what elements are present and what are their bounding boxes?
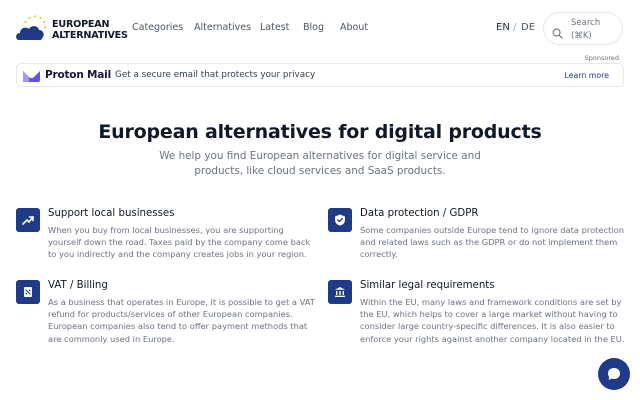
sponsored-banner[interactable]: Proton Mail Get a secure email that prot… [16, 63, 624, 87]
feature-title: VAT / Billing [48, 280, 108, 291]
lang-de-link[interactable]: DE [521, 22, 535, 33]
page-title: European alternatives for digital produc… [98, 121, 542, 143]
nav-categories[interactable]: Categories [132, 22, 183, 33]
proton-mail-logo: Proton Mail [23, 68, 113, 83]
search-button[interactable]: Search (⌘K) [543, 12, 623, 45]
proton-mail-icon [23, 71, 40, 82]
lang-en-link[interactable]: EN [496, 22, 510, 33]
nav-alternatives[interactable]: Alternatives [194, 22, 251, 33]
feature-description: Within the EU, many laws and framework c… [360, 297, 625, 344]
feature-description: When you buy from local businesses, you … [48, 225, 311, 260]
receipt-icon [16, 280, 40, 304]
feature-description: Some companies outside Europe tend to ig… [360, 225, 624, 260]
feature-title: Support local businesses [48, 208, 175, 219]
shield-icon [328, 208, 352, 232]
ad-text: Get a secure email that protects your pr… [115, 70, 316, 80]
site-header: EUROPEAN ALTERNATIVES Categories Alterna… [0, 0, 640, 56]
learn-more-link[interactable]: Learn more [565, 71, 609, 80]
feature-description: As a business that operates in Europe, i… [48, 297, 315, 344]
nav-latest[interactable]: Latest [260, 22, 289, 33]
chat-button[interactable] [598, 358, 630, 390]
feature-title: Data protection / GDPR [360, 208, 479, 219]
bank-icon [328, 280, 352, 304]
trending-up-icon [16, 208, 40, 232]
chat-icon [608, 368, 620, 380]
search-label: Search (⌘K) [571, 18, 601, 41]
lang-separator: / [513, 22, 517, 33]
nav-about[interactable]: About [340, 22, 368, 33]
page-subtitle: We help you find European alternatives f… [159, 150, 481, 177]
search-icon [552, 28, 563, 39]
feature-title: Similar legal requirements [360, 280, 495, 291]
proton-brand: Proton Mail [45, 69, 111, 81]
sponsored-label: Sponsored [584, 54, 619, 62]
nav-blog[interactable]: Blog [303, 22, 324, 33]
